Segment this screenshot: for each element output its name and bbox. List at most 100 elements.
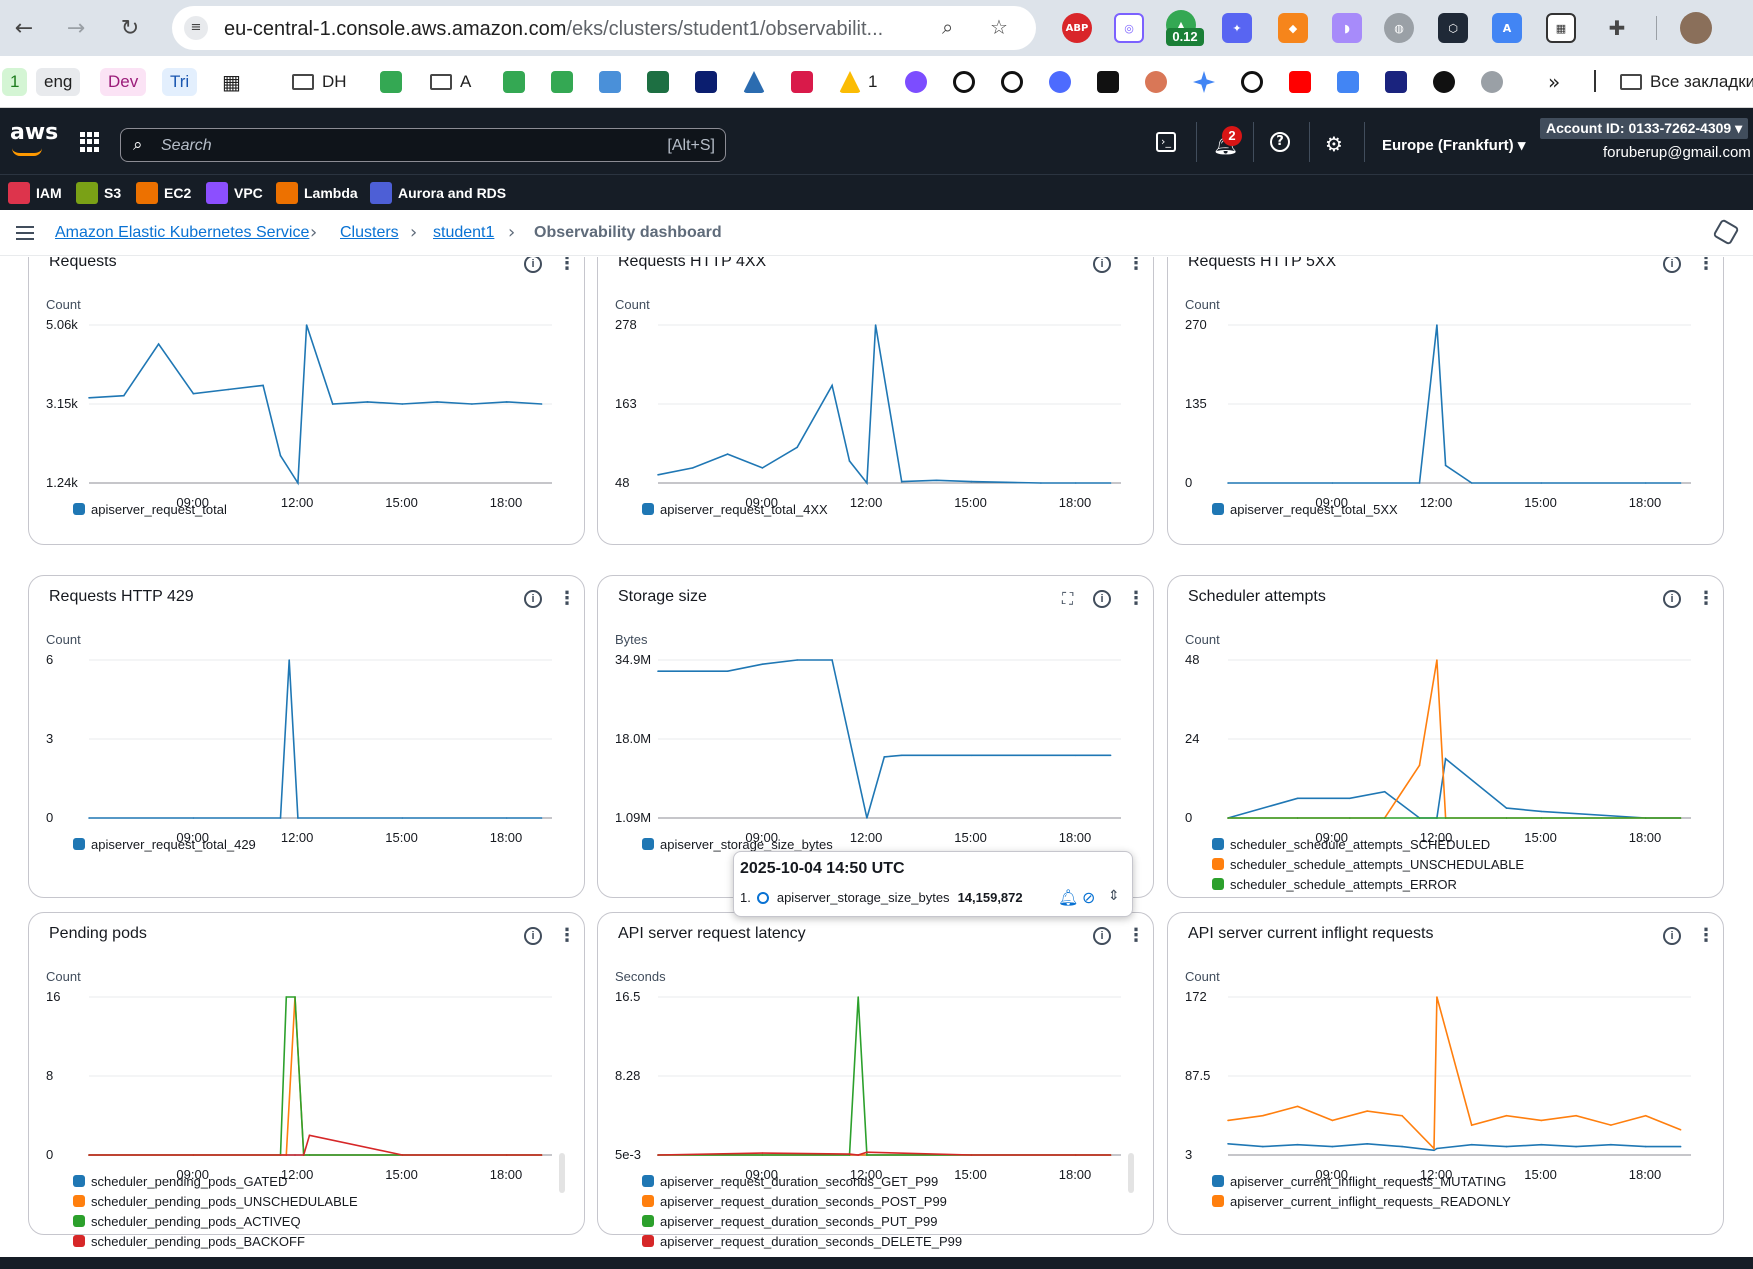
bookmark-tri[interactable]: Tri [162,68,198,96]
favorite-s3[interactable]: S3 [76,181,121,205]
legend-item[interactable]: scheduler_pending_pods_UNSCHEDULABLE [73,1191,358,1211]
pro-app-icon[interactable] [1385,71,1407,93]
legend-item[interactable]: apiserver_request_duration_seconds_GET_P… [642,1171,962,1191]
bookmark-eng[interactable]: eng [36,68,81,96]
legend-item[interactable]: apiserver_request_duration_seconds_PUT_P… [642,1211,962,1231]
deepseek-icon[interactable] [1049,71,1071,93]
info-icon[interactable]: i [1093,927,1111,945]
apple-icon[interactable] [1481,71,1503,93]
google-drive-icon[interactable] [839,71,861,93]
line-chart[interactable]: 17287.5309:00 12:00 15:00 18:00 [1168,981,1725,1182]
explore-compass-icon[interactable]: ⊘ [1082,888,1095,907]
excel-icon[interactable] [647,71,669,93]
legend-item[interactable]: apiserver_request_total_5XX [1212,499,1398,519]
sheets-icon[interactable] [380,71,402,93]
address-bar[interactable]: ≡ eu-central-1.console.aws.amazon.com/ek… [172,6,1036,50]
bookmark-1[interactable]: 1 [2,68,28,96]
account-id[interactable]: Account ID: 0133-7262-4309 ▾ [1540,118,1749,139]
services-menu-icon[interactable] [80,132,100,152]
settings-gear-icon[interactable]: ⚙ [1325,132,1343,156]
breadcrumb-clusters[interactable]: Clusters [340,224,399,242]
claude-icon[interactable] [1145,71,1167,93]
sort-arrows-icon[interactable]: ⇕ [1108,888,1120,904]
more-actions-icon[interactable]: ⋮ [1697,588,1715,609]
line-chart[interactable]: 270135009:00 12:00 15:00 18:00 [1168,309,1725,510]
info-icon[interactable]: i [524,590,542,608]
zoom-icon[interactable]: ⌕ [942,15,953,39]
reload-icon[interactable]: ↻ [112,10,148,46]
sheets-icon[interactable] [503,71,525,93]
legend-item[interactable]: scheduler_pending_pods_ACTIVEQ [73,1211,358,1231]
site-settings-icon[interactable]: ≡ [184,16,208,40]
line-chart[interactable]: 16.58.285e-309:00 12:00 15:00 18:00 [598,981,1155,1182]
more-actions-icon[interactable]: ⋮ [1127,588,1145,609]
info-icon[interactable]: i [1663,257,1681,273]
profile-avatar[interactable] [1680,12,1712,44]
bookmark-dev[interactable]: Dev [100,68,147,96]
extensions-puzzle-icon[interactable]: ✚ [1602,13,1632,43]
legend-item[interactable]: scheduler_schedule_attempts_SCHEDULED [1212,834,1524,854]
expand-icon[interactable]: ⛶ [1062,589,1080,608]
more-actions-icon[interactable]: ⋮ [1697,257,1715,274]
back-icon[interactable]: ← [6,10,42,46]
info-icon[interactable]: i [1663,590,1681,608]
legend-item[interactable]: scheduler_schedule_attempts_ERROR [1212,874,1524,894]
all-bookmarks[interactable]: Все закладки [1620,68,1753,96]
youtube-icon[interactable] [1289,71,1311,93]
legend-item[interactable]: apiserver_request_total_4XX [642,499,828,519]
openai-icon[interactable] [953,71,975,93]
legend-item[interactable]: scheduler_schedule_attempts_UNSCHEDULABL… [1212,854,1524,874]
info-icon[interactable]: i [1093,257,1111,273]
globe-icon[interactable]: ◍ [1384,13,1414,43]
legend-item[interactable]: apiserver_request_duration_seconds_DELET… [642,1231,962,1251]
more-actions-icon[interactable]: ⋮ [558,257,576,274]
aws-logo[interactable]: aws [10,120,58,145]
url-text[interactable]: eu-central-1.console.aws.amazon.com/eks/… [224,18,883,41]
screenshot-extension-icon[interactable]: ◎ [1114,13,1144,43]
legend-item[interactable]: apiserver_request_total_429 [73,834,256,854]
breadcrumb-cluster[interactable]: student1 [433,224,494,242]
app-icon[interactable] [1097,71,1119,93]
search-input[interactable]: ⌕ Search [Alt+S] [120,128,726,162]
translate-bookmark-icon[interactable] [1337,71,1359,93]
favorite-ec2[interactable]: EC2 [136,181,191,205]
metamask-icon[interactable]: ◆ [1278,13,1308,43]
shield-extension-icon[interactable]: ⬡ [1438,13,1468,43]
settings-hexagon-icon[interactable] [1712,218,1740,246]
favorite-aurora-rds[interactable]: Aurora and RDS [370,181,506,205]
bookmark-star-icon[interactable]: ☆ [990,15,1008,39]
more-actions-icon[interactable]: ⋮ [558,588,576,609]
apps-grid-icon[interactable]: ▦ [222,68,241,96]
app-icon[interactable] [1001,71,1023,93]
triangle-app-icon[interactable] [743,71,765,93]
breadcrumb-eks[interactable]: Amazon Elastic Kubernetes Service [55,224,309,242]
legend-item[interactable]: apiserver_current_inflight_requests_MUTA… [1212,1171,1511,1191]
legend-item[interactable]: apiserver_request_total [73,499,227,519]
favorite-vpc[interactable]: VPC [206,181,263,205]
menu-hamburger-icon[interactable] [16,226,34,240]
app-icon[interactable] [1241,71,1263,93]
favorite-lambda[interactable]: Lambda [276,181,358,205]
copilot-icon[interactable] [905,71,927,93]
series-line[interactable] [1227,757,1681,819]
series-line[interactable] [1227,996,1681,1151]
more-bookmarks-icon[interactable]: » [1548,68,1560,96]
alarm-bell-icon[interactable]: 🔔︎ [1058,888,1078,907]
monitor-app-icon[interactable] [791,71,813,93]
line-chart[interactable]: 168009:00 12:00 15:00 18:00 [29,981,586,1182]
bookmark-folder-a[interactable]: A [430,68,471,96]
ghost-extension-icon[interactable]: ◗ [1332,13,1362,43]
line-chart[interactable]: 2781634809:00 12:00 15:00 18:00 [598,309,1155,510]
series-line[interactable] [1227,1142,1681,1152]
more-actions-icon[interactable]: ⋮ [1127,257,1145,274]
app-icon[interactable] [695,71,717,93]
qr-code-icon[interactable]: ▦ [1546,13,1576,43]
more-actions-icon[interactable]: ⋮ [1697,925,1715,946]
gemini-icon[interactable] [1193,71,1215,93]
more-actions-icon[interactable]: ⋮ [1127,925,1145,946]
help-icon[interactable]: ? [1270,132,1290,152]
adblock-extension-icon[interactable]: ABP [1062,13,1092,43]
proxy-extension-icon[interactable]: ✦ [1222,13,1252,43]
series-line[interactable] [89,1134,542,1156]
account-email[interactable]: foruberup@gmail.com [1603,144,1751,161]
